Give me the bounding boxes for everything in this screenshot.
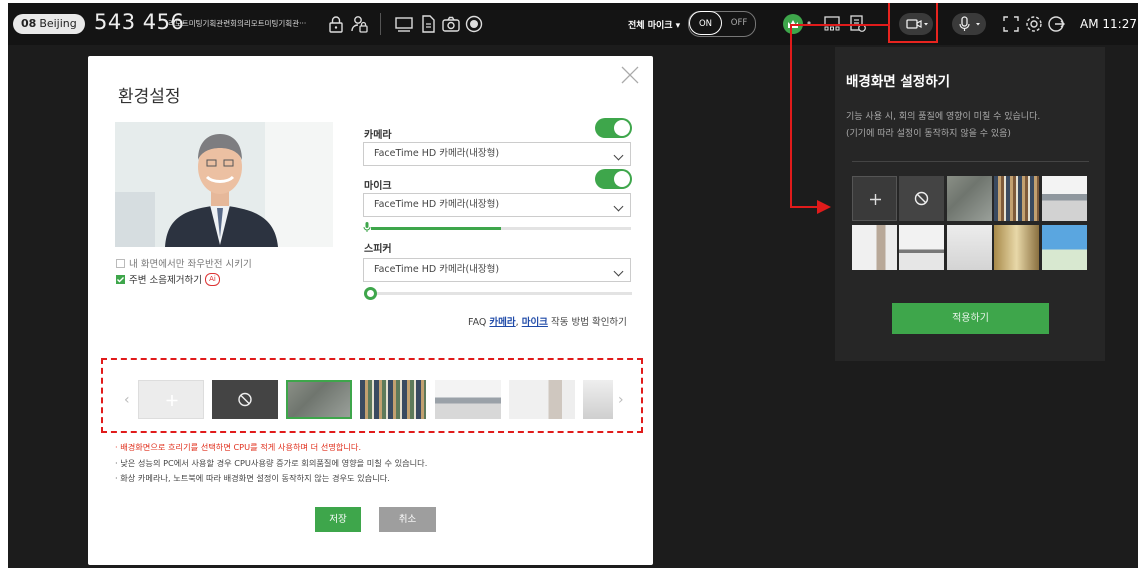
user-lock-icon[interactable] (350, 14, 370, 34)
camera-preview (115, 122, 333, 247)
camera-select[interactable]: FaceTime HD 카메라(내장형) (363, 142, 631, 166)
faq-prefix: FAQ (468, 317, 490, 328)
bg-thumb-none[interactable] (212, 380, 278, 419)
camera-select-value: FaceTime HD 카메라(내장형) (374, 148, 500, 159)
lock-icon[interactable] (326, 14, 346, 34)
speaker-select[interactable]: FaceTime HD 카메라(내장형) (363, 258, 631, 282)
mirror-checkbox[interactable] (116, 258, 125, 268)
mirror-label: 내 화면에서만 좌우반전 시키기 (129, 259, 252, 270)
room-badge-city: Beijing (39, 17, 77, 30)
speaker-volume-knob[interactable] (364, 287, 377, 300)
exit-icon[interactable] (1047, 14, 1067, 34)
bg-thumb-room[interactable] (509, 380, 575, 419)
note-blur: · 배경화면으로 흐리기를 선택하면 CPU를 적게 사용하며 더 선명합니다. (115, 442, 362, 452)
bg-thumb-bookshelf[interactable] (360, 380, 426, 419)
annotation-arrowhead-icon (817, 200, 831, 214)
dialog-title: 환경설정 (118, 87, 181, 107)
panel-thumb-hall[interactable] (947, 225, 992, 270)
ban-icon (238, 392, 252, 407)
room-badge: 08 Beijing (13, 14, 85, 34)
camera-highlight-box (888, 3, 938, 43)
mic-level-icon (363, 222, 371, 232)
mic-level-meter (371, 227, 631, 230)
mic-level-fill (371, 227, 501, 230)
mic-all-on-button[interactable]: ON (689, 11, 722, 35)
faq-line: FAQ 카메라, 마이크 작동 방법 확인하기 (468, 314, 627, 328)
chevron-down-icon (613, 150, 624, 161)
mic-all-off-button[interactable]: OFF (724, 12, 754, 34)
plus-icon (870, 194, 881, 205)
panel-description-line2: (기기에 따라 설정이 동작하지 않을 수 있음) (846, 129, 1011, 139)
bg-thumb-office[interactable] (435, 380, 501, 419)
bg-thumb-partial[interactable] (583, 380, 613, 419)
camera-section-label: 카메라 (364, 130, 392, 141)
panel-thumb-room[interactable] (852, 225, 897, 270)
top-bar: 08 Beijing 543 456 리모트미팅기획관련회의리모트미팅기획관···… (8, 3, 1138, 45)
room-title: 리모트미팅기획관련회의리모트미팅기획관··· (168, 19, 307, 28)
speaker-section-label: 스피커 (364, 244, 392, 255)
save-button[interactable]: 저장 (315, 507, 361, 532)
faq-mic-link[interactable]: 마이크 (522, 317, 548, 328)
panel-thumb-blur[interactable] (947, 176, 992, 221)
panel-thumb-warm[interactable] (994, 225, 1039, 270)
panel-thumb-add[interactable] (852, 176, 897, 221)
strip-prev-arrow[interactable]: ‹ (124, 392, 130, 408)
note-performance: · 낮은 성능의 PC에서 사용할 경우 CPU사용량 증가로 회의품질에 영향… (115, 457, 428, 468)
annotation-arrow-vertical (790, 24, 792, 208)
panel-thumb-none[interactable] (899, 176, 944, 221)
annotation-arrow-top (790, 24, 890, 26)
mic-select-value: FaceTime HD 카메라(내장형) (374, 199, 500, 210)
notes: · 배경화면으로 흐리기를 선택하면 CPU를 적게 사용하며 더 선명합니다.… (115, 440, 427, 487)
mic-button[interactable] (952, 13, 986, 35)
chevron-down-icon (613, 266, 624, 277)
noise-label: 주변 소음제거하기 (129, 275, 202, 286)
screen-share-icon[interactable] (394, 14, 414, 34)
document-icon[interactable] (418, 14, 438, 34)
noise-checkbox[interactable] (116, 274, 125, 284)
camera-snapshot-icon[interactable] (441, 14, 461, 34)
speaker-volume-slider[interactable] (364, 287, 632, 300)
panel-thumb-office[interactable] (1042, 176, 1087, 221)
faq-suffix: 작동 방법 확인하기 (547, 317, 627, 328)
settings-dialog: 환경설정 내 화면에서만 좌우반전 시키기 주변 소음제거하기 Ai 카메라 F… (88, 56, 653, 565)
camera-toggle[interactable] (595, 118, 632, 138)
bg-thumb-add[interactable] (138, 380, 204, 419)
cancel-button[interactable]: 취소 (379, 507, 436, 532)
panel-description-line1: 기능 사용 시, 회의 품질에 영향이 미칠 수 있습니다. (846, 112, 1041, 122)
panel-title: 배경화면 설정하기 (846, 74, 951, 90)
camera-preview-person (115, 122, 333, 247)
background-settings-panel: 배경화면 설정하기 기능 사용 시, 회의 품질에 영향이 미칠 수 있습니다.… (835, 47, 1105, 361)
settings-gear-icon[interactable] (1024, 14, 1044, 34)
chevron-down-icon (613, 201, 624, 212)
faq-camera-link[interactable]: 카메라 (489, 317, 515, 328)
room-badge-number: 08 (21, 17, 37, 30)
bg-thumb-blur[interactable] (286, 380, 352, 419)
close-icon[interactable] (619, 64, 641, 86)
plus-icon (166, 395, 178, 406)
mic-all-toggle[interactable]: ON OFF (688, 11, 756, 37)
apply-button[interactable]: 적용하기 (892, 303, 1049, 334)
mic-select[interactable]: FaceTime HD 카메라(내장형) (363, 193, 631, 217)
panel-divider (852, 161, 1089, 162)
fullscreen-icon[interactable] (1001, 14, 1021, 34)
toolbar-divider (380, 13, 381, 35)
panel-thumb-beach[interactable] (1042, 225, 1087, 270)
note-compatibility: · 화상 카메라나, 노트북에 따라 배경화면 설정이 동작하지 않는 경우도 … (115, 473, 390, 483)
mic-section-label: 마이크 (364, 181, 392, 192)
annotation-arrow-bottom (790, 206, 820, 208)
panel-thumb-bookshelf[interactable] (994, 176, 1039, 221)
panel-thumb-meeting[interactable] (899, 225, 944, 270)
ai-badge: Ai (204, 272, 220, 286)
mic-all-dropdown[interactable]: 전체 마이크 ▾ (628, 18, 680, 31)
meeting-app: 08 Beijing 543 456 리모트미팅기획관련회의리모트미팅기획관···… (8, 3, 1138, 568)
mic-toggle[interactable] (595, 169, 632, 189)
clock: AM 11:27 (1080, 17, 1137, 31)
noise-option[interactable]: 주변 소음제거하기 Ai (116, 272, 220, 286)
ban-icon (914, 191, 929, 206)
panel-description: 기능 사용 시, 회의 품질에 영향이 미칠 수 있습니다. (기기에 따라 설… (846, 109, 1101, 143)
speaker-select-value: FaceTime HD 카메라(내장형) (374, 264, 500, 275)
record-icon[interactable] (464, 14, 484, 34)
strip-next-arrow[interactable]: › (618, 392, 624, 408)
mirror-option[interactable]: 내 화면에서만 좌우반전 시키기 (116, 256, 252, 270)
